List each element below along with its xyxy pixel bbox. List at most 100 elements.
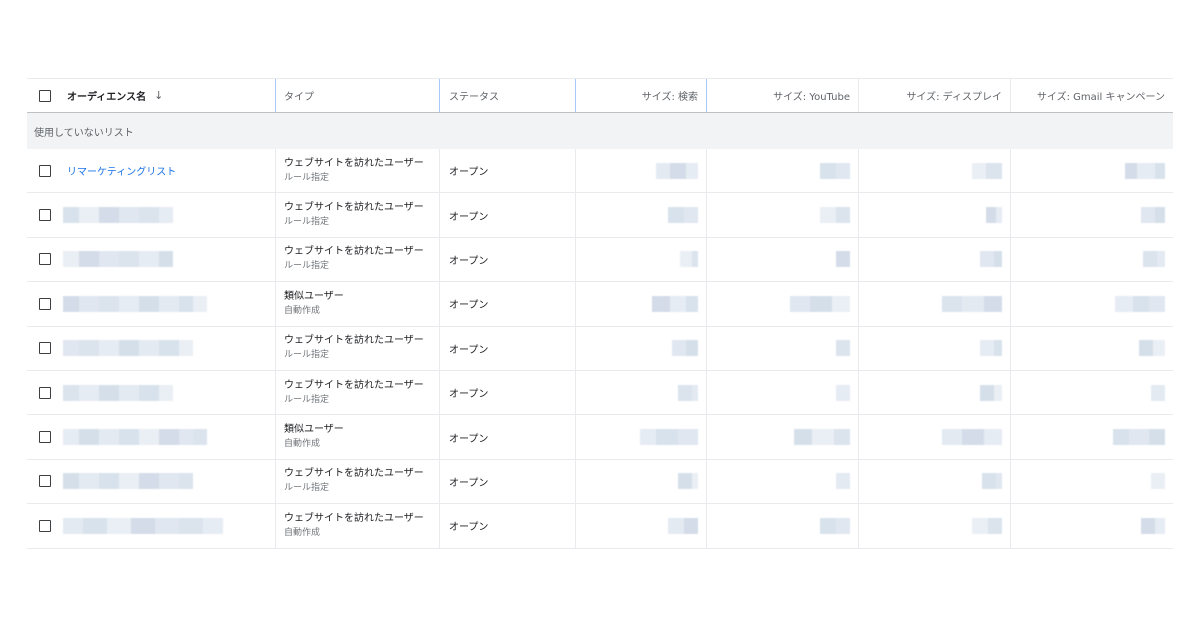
audience-type: ウェブサイトを訪れたユーザー ルール指定 [284,245,424,273]
redacted-size [678,384,698,401]
size-youtube-cell [707,149,859,193]
audience-name-cell[interactable] [27,504,276,548]
header-size-youtube[interactable]: サイズ: YouTube [773,88,850,103]
header-status-cell[interactable]: ステータス [440,79,576,112]
redacted-size [980,251,1002,268]
audience-status: オープン [449,522,489,534]
audience-status: オープン [449,433,489,445]
table-row[interactable]: ウェブサイトを訪れたユーザー ルール指定 オープン [27,370,1173,416]
audience-type-cell: ウェブサイトを訪れたユーザー ルール指定 [276,459,440,504]
header-size-search[interactable]: サイズ: 検索 [642,88,698,103]
audience-status-cell: オープン [440,282,576,326]
redacted-size [1139,340,1165,357]
row-checkbox[interactable] [39,431,51,444]
audience-type-main: ウェブサイトを訪れたユーザー [284,379,424,391]
audience-name-cell[interactable] [27,370,276,415]
group-label: 使用していないリスト [34,127,134,139]
table-row[interactable]: リマーケティングリスト ウェブサイトを訪れたユーザー ルール指定 オープン [27,149,1173,194]
audience-name-cell[interactable] [27,237,276,282]
redacted-size [1151,384,1165,401]
size-search-cell [576,149,707,193]
arrow-down-icon[interactable]: ↓ [154,89,163,102]
size-youtube-cell [707,370,859,415]
table-row[interactable]: ウェブサイトを訪れたユーザー ルール指定 オープン [27,193,1173,238]
audience-name-cell[interactable] [27,459,276,504]
audience-status-cell: オープン [440,149,576,193]
redacted-name[interactable] [63,517,223,534]
audience-type-sub: ルール指定 [284,350,330,361]
audience-type-sub: ルール指定 [284,483,330,494]
audience-status-cell: オープン [440,370,576,415]
header-size-youtube-cell[interactable]: サイズ: YouTube [707,79,859,112]
redacted-size [942,429,1002,446]
redacted-name[interactable] [63,429,207,446]
table-row[interactable]: 類似ユーザー 自動作成 オープン [27,282,1173,327]
audience-name-cell[interactable] [27,193,276,237]
size-gmail-cell [1011,282,1173,325]
redacted-size [678,473,698,490]
audience-status-cell: オープン [440,237,576,282]
audience-status: オープン [449,344,489,356]
audience-name-link[interactable]: リマーケティングリスト [67,163,176,178]
header-size-display-cell[interactable]: サイズ: ディスプレイ [859,79,1011,112]
audience-type-cell: ウェブサイトを訪れたユーザー ルール指定 [276,149,440,193]
header-name-cell[interactable]: オーディエンス名 ↓ [27,79,276,112]
table-row[interactable]: ウェブサイトを訪れたユーザー 自動作成 オープン [27,504,1173,549]
size-gmail-cell [1011,238,1173,281]
redacted-name[interactable] [63,384,173,401]
header-type-cell[interactable]: タイプ [276,79,440,112]
header-name[interactable]: オーディエンス名 [67,88,146,103]
size-youtube-cell [707,504,859,548]
redacted-name[interactable] [63,207,173,224]
size-display-cell [859,237,1011,282]
row-checkbox[interactable] [39,209,51,222]
redacted-size [836,251,850,268]
audience-type-cell: ウェブサイトを訪れたユーザー ルール指定 [276,326,440,370]
redacted-size [980,340,1002,357]
audience-type-cell: 類似ユーザー 自動作成 [276,415,440,459]
audience-status: オープン [449,167,489,179]
redacted-name[interactable] [63,473,193,490]
row-checkbox[interactable] [39,519,51,532]
header-size-gmail[interactable]: サイズ: Gmail キャンペーン [1037,88,1165,103]
header-type[interactable]: タイプ [284,88,314,103]
audience-type: ウェブサイトを訪れたユーザー ルール指定 [284,157,424,185]
table-row[interactable]: 類似ユーザー 自動作成 オープン [27,415,1173,460]
audience-name-cell[interactable] [27,415,276,459]
row-checkbox[interactable] [39,164,51,177]
audience-name-cell[interactable]: リマーケティングリスト [27,149,276,193]
audience-type: ウェブサイトを訪れたユーザー ルール指定 [284,467,424,495]
table-row[interactable]: ウェブサイトを訪れたユーザー ルール指定 オープン [27,237,1173,283]
redacted-size [986,207,1002,224]
header-status[interactable]: ステータス [449,88,499,103]
table-row[interactable]: ウェブサイトを訪れたユーザー ルール指定 オープン [27,326,1173,371]
redacted-name[interactable] [63,295,207,312]
redacted-size [972,517,1002,534]
row-checkbox[interactable] [39,342,51,355]
size-search-cell [576,193,707,237]
redacted-name[interactable] [63,340,193,357]
audience-type: 類似ユーザー 自動作成 [284,423,344,451]
audience-type-sub: ルール指定 [284,172,330,183]
size-search-cell [576,326,707,370]
size-display-cell [859,459,1011,504]
row-checkbox[interactable] [39,253,51,266]
header-size-gmail-cell[interactable]: サイズ: Gmail キャンペーン [1011,79,1173,112]
size-display-cell [859,193,1011,237]
redacted-size [680,251,698,268]
audience-name-cell[interactable] [27,282,276,326]
row-checkbox[interactable] [39,386,51,399]
audience-type-main: ウェブサイトを訪れたユーザー [284,157,424,169]
size-youtube-cell [707,193,859,237]
header-size-search-cell[interactable]: サイズ: 検索 [576,79,707,112]
audience-type-cell: ウェブサイトを訪れたユーザー ルール指定 [276,370,440,415]
audience-name-cell[interactable] [27,326,276,370]
row-checkbox[interactable] [39,475,51,488]
table-row[interactable]: ウェブサイトを訪れたユーザー ルール指定 オープン [27,459,1173,505]
size-search-cell [576,282,707,326]
header-size-display[interactable]: サイズ: ディスプレイ [906,88,1002,103]
select-all-checkbox[interactable] [39,89,51,102]
row-checkbox[interactable] [39,297,51,310]
redacted-name[interactable] [63,251,173,268]
redacted-size [820,517,850,534]
